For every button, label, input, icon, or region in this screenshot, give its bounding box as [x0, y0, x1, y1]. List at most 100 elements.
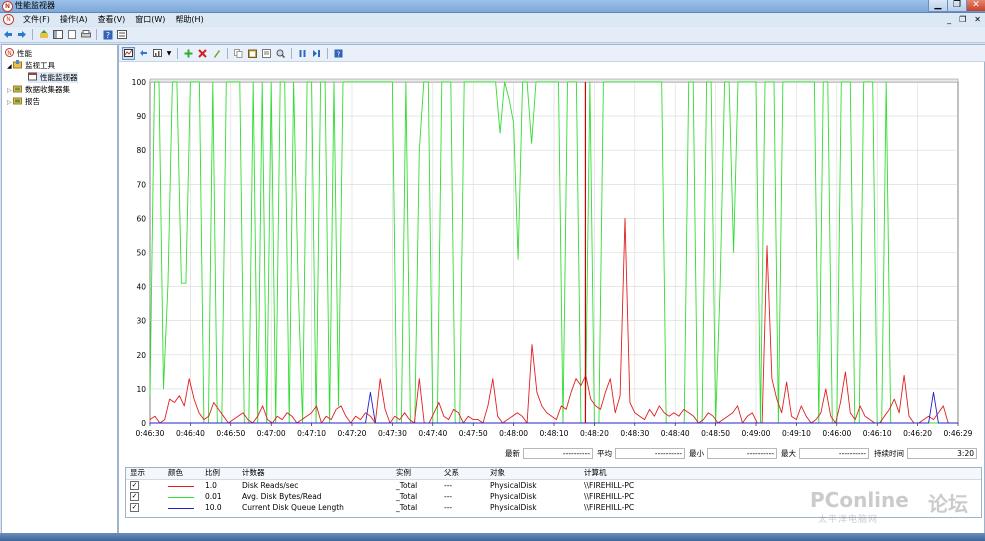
header-parent[interactable]: 父系 [444, 468, 459, 478]
highlight-icon[interactable] [211, 48, 222, 59]
freeze-display-icon[interactable] [297, 48, 308, 59]
computer-cell: \\FIREHILL-PC [584, 503, 635, 512]
show-checkbox[interactable]: ✓ [130, 503, 139, 512]
parent-cell: --- [444, 503, 453, 512]
copy-icon[interactable] [233, 48, 244, 59]
y-tick-label: 10 [136, 385, 146, 394]
x-tick-label: 0:49:10 [782, 429, 811, 438]
y-tick-label: 40 [136, 283, 146, 292]
update-data-icon[interactable] [311, 48, 322, 59]
parent-cell: --- [444, 481, 453, 490]
watermark-brand: PConline [810, 488, 909, 512]
svg-text:N: N [7, 50, 12, 57]
chart-grid [149, 78, 959, 426]
properties-icon[interactable] [66, 29, 77, 40]
add-counter-icon[interactable] [183, 48, 194, 59]
help-icon[interactable]: ? [102, 29, 113, 40]
navigation-tree: N 性能 ◢ 监视工具 性能监视器 ▷ 数据收集器集 ▷ 报告 [1, 44, 118, 541]
tree-item-performance[interactable]: N 性能 [5, 48, 32, 59]
forward-arrow-icon[interactable] [16, 29, 27, 40]
menu-app-icon[interactable]: N [3, 14, 14, 25]
tree-item-data-collector-sets[interactable]: ▷ 数据收集器集 [7, 84, 70, 95]
chart-icon [28, 72, 37, 81]
object-cell: PhysicalDisk [490, 503, 537, 512]
x-tick-label: 0:48:40 [661, 429, 690, 438]
maximum-value: ---------- [799, 448, 869, 459]
tree-item-label: 报告 [25, 97, 40, 106]
change-graph-type-icon[interactable] [152, 48, 163, 59]
minimize-button[interactable]: ▁ [928, 0, 948, 12]
y-tick-label: 20 [136, 351, 146, 360]
x-tick-label: 0:46:50 [216, 429, 245, 438]
show-tree-icon[interactable] [52, 29, 63, 40]
zoom-icon[interactable] [275, 48, 286, 59]
x-tick-label: 0:46:20 [903, 429, 932, 438]
x-tick-label: 0:48:20 [580, 429, 609, 438]
header-computer[interactable]: 计算机 [584, 468, 607, 478]
instance-cell: _Total [396, 503, 418, 512]
performance-line-chart[interactable]: 1009080706050403020100 0:46:30 0:46:40 0:4… [119, 62, 984, 447]
menu-help[interactable]: 帮助(H) [170, 13, 208, 26]
x-tick-label: 0:47:00 [257, 429, 286, 438]
header-scale[interactable]: 比例 [205, 468, 220, 478]
computer-cell: \\FIREHILL-PC [584, 492, 635, 501]
tree-item-reports[interactable]: ▷ 报告 [7, 96, 40, 107]
color-swatch [168, 497, 194, 498]
dropdown-arrow-icon[interactable]: ▼ [166, 48, 172, 59]
collector-folder-icon [13, 84, 22, 93]
tree-item-label: 性能监视器 [40, 73, 78, 82]
x-axis: 0:46:30 0:46:40 0:46:50 0:47:00 0:47:10 0:47:… [136, 429, 973, 438]
instance-cell: _Total [396, 492, 418, 501]
back-arrow-icon[interactable] [2, 29, 13, 40]
mdi-minimize-button[interactable]: _ [947, 13, 951, 26]
menu-view[interactable]: 查看(V) [93, 13, 131, 26]
mdi-close-button[interactable]: ✕ [974, 13, 981, 26]
up-folder-icon[interactable] [38, 29, 49, 40]
color-swatch [168, 486, 194, 487]
menu-window[interactable]: 窗口(W) [130, 13, 170, 26]
header-object[interactable]: 对象 [490, 468, 505, 478]
maximum-label: 最大 [781, 449, 796, 458]
x-tick-label: 0:46:40 [176, 429, 205, 438]
x-tick-label: 0:48:30 [620, 429, 649, 438]
instance-cell: _Total [396, 481, 418, 490]
show-checkbox[interactable]: ✓ [130, 492, 139, 501]
view-graph-icon[interactable] [122, 46, 135, 60]
tools-folder-icon [13, 60, 22, 69]
delete-counter-icon[interactable] [197, 48, 208, 59]
scale-cell: 10.0 [205, 503, 222, 512]
header-color[interactable]: 颜色 [168, 468, 183, 478]
x-tick-label: 0:48:50 [701, 429, 730, 438]
toolbar-divider [327, 47, 328, 59]
x-tick-label: 0:47:50 [459, 429, 488, 438]
last-label: 最新 [505, 449, 520, 458]
help-icon[interactable]: ? [333, 48, 344, 59]
properties-icon[interactable] [261, 48, 272, 59]
show-checkbox[interactable]: ✓ [130, 481, 139, 490]
header-counter[interactable]: 计数器 [242, 468, 265, 478]
header-instance[interactable]: 实例 [396, 468, 411, 478]
maximize-button[interactable]: ❐ [947, 0, 967, 12]
x-tick-label: 0:46:10 [863, 429, 892, 438]
paste-icon[interactable] [247, 48, 258, 59]
menu-file[interactable]: 文件(F) [18, 13, 55, 26]
tree-item-performance-monitor[interactable]: 性能监视器 [28, 72, 78, 83]
perfmon-node-icon: N [5, 48, 14, 57]
taskbar [0, 533, 985, 541]
tree-item-monitoring-tools[interactable]: ◢ 监视工具 [7, 60, 55, 71]
switch-view-icon[interactable] [138, 48, 149, 59]
details-icon[interactable] [116, 29, 127, 40]
perfmon-app-icon: N [2, 1, 13, 12]
close-button[interactable]: ✕ [966, 0, 985, 12]
duration-value: 3:20 [907, 448, 977, 459]
print-icon[interactable] [80, 29, 91, 40]
x-tick-label: 0:47:20 [338, 429, 367, 438]
y-tick-label: 70 [136, 180, 146, 189]
x-tick-label: 0:46:29 [944, 429, 973, 438]
menu-action[interactable]: 操作(A) [55, 13, 93, 26]
minimum-label: 最小 [689, 449, 704, 458]
header-show[interactable]: 显示 [130, 468, 145, 478]
x-tick-label: 0:48:00 [499, 429, 528, 438]
reports-folder-icon [13, 96, 22, 105]
mdi-restore-button[interactable]: ❐ [959, 13, 966, 26]
